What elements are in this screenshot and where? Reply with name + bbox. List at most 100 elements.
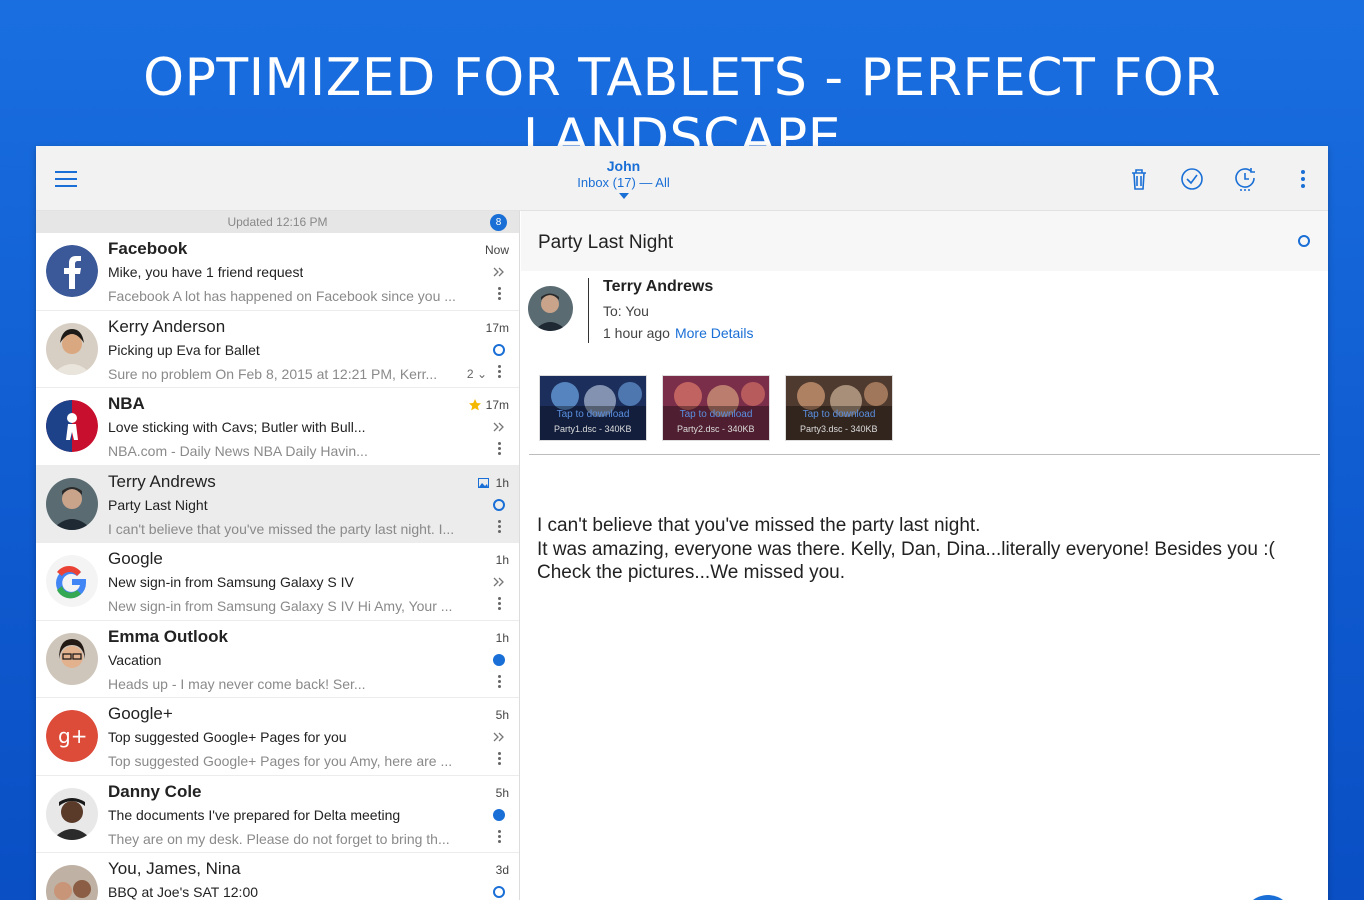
double-chevron-icon[interactable] — [493, 731, 505, 743]
row-sender: Google — [108, 549, 163, 568]
row-preview: NBA.com - Daily News NBA Daily Havin... — [108, 443, 368, 459]
sender-avatar[interactable] — [46, 632, 98, 685]
row-sender: NBA — [108, 394, 145, 413]
unread-dot-icon[interactable] — [493, 653, 505, 666]
sender-avatar[interactable] — [46, 400, 98, 452]
row-time: 17m — [485, 320, 509, 335]
svg-text:g+: g+ — [58, 724, 87, 748]
star-icon[interactable] — [469, 399, 481, 411]
menu-icon[interactable] — [55, 171, 77, 187]
row-preview: New sign-in from Samsung Galaxy S IV Hi … — [108, 598, 453, 614]
sender-avatar[interactable] — [46, 787, 98, 840]
reading-pane: Party Last Night Terry Andrews To: You 1… — [521, 211, 1328, 900]
more-details-link[interactable]: More Details — [675, 325, 754, 341]
message-row[interactable]: You, James, Nina BBQ at Joe's SAT 12:00 3d — [36, 853, 519, 900]
row-subject: Mike, you have 1 friend request — [108, 264, 304, 280]
body-line: I can't believe that you've missed the p… — [537, 515, 981, 536]
row-subject: The documents I've prepared for Delta me… — [108, 806, 401, 823]
updated-bar: Updated 12:16 PM 8 — [36, 211, 519, 233]
row-preview: Top suggested Google+ Pages for you Amy,… — [108, 753, 453, 769]
check-circle-icon[interactable] — [1179, 166, 1205, 192]
received-ago: 1 hour ago — [603, 325, 670, 341]
compose-button[interactable] — [1243, 895, 1293, 900]
attachment-thumbnail[interactable]: Tap to download Party1.dsc - 340KB — [539, 375, 647, 441]
message-row[interactable]: Kerry Anderson Picking up Eva for Ballet S… — [36, 311, 519, 388]
unread-dot-icon[interactable] — [493, 808, 505, 821]
double-chevron-icon[interactable] — [493, 576, 505, 588]
row-sender: You, James, Nina — [108, 859, 241, 878]
row-menu-icon[interactable] — [498, 829, 502, 844]
attachment-image-icon — [478, 477, 489, 488]
row-time: 5h — [495, 708, 509, 722]
attachment-thumbnail[interactable]: Tap to download Party2.dsc - 340KB — [662, 375, 770, 441]
row-menu-icon[interactable] — [498, 442, 502, 456]
row-subject: Top suggested Google+ Pages for you — [108, 729, 347, 745]
attachment-filename: Party1.dsc - 340KB — [554, 424, 632, 434]
row-time: 17m — [485, 398, 509, 412]
row-menu-icon[interactable] — [498, 752, 502, 766]
chevron-down-icon: ⌄ — [476, 366, 487, 381]
row-time: 1h — [495, 553, 509, 567]
sender-avatar[interactable] — [46, 865, 98, 900]
message-list: Updated 12:16 PM 8 Facebook Mike, you hav… — [36, 211, 520, 900]
unread-toggle-icon[interactable] — [493, 343, 505, 356]
attachment-thumbnail[interactable]: Tap to download Party3.dsc - 340KB — [785, 375, 893, 441]
row-time: Now — [484, 243, 509, 257]
sender-avatar[interactable] — [46, 245, 98, 297]
more-options-icon[interactable] — [1290, 166, 1316, 192]
row-subject: Vacation — [108, 651, 162, 668]
unread-toggle-icon[interactable] — [493, 886, 505, 898]
message-row[interactable]: Danny Cole The documents I've prepared fo… — [36, 776, 519, 853]
message-row[interactable]: g+ Google+ Top suggested Google+ Pages for… — [36, 698, 519, 776]
message-row[interactable]: Google New sign-in from Samsung Galaxy S … — [36, 543, 519, 621]
row-menu-icon[interactable] — [498, 597, 502, 611]
row-subject: Love sticking with Cavs; Butler with Bul… — [108, 419, 366, 435]
message-row[interactable]: Facebook Mike, you have 1 friend request F… — [36, 233, 519, 311]
row-subject: New sign-in from Samsung Galaxy S IV — [108, 574, 354, 590]
row-sender: Terry Andrews — [108, 471, 216, 491]
row-time: 5h — [495, 785, 509, 800]
sender-name: Terry Andrews — [603, 278, 714, 295]
row-time: 1h — [495, 630, 509, 645]
sender-avatar[interactable] — [46, 555, 98, 607]
row-preview: They are on my desk. Please do not forge… — [108, 830, 450, 847]
row-preview: Sure no problem On Feb 8, 2015 at 12:21 … — [108, 365, 438, 382]
sender-avatar[interactable] — [46, 322, 98, 375]
row-menu-icon[interactable] — [498, 519, 502, 534]
attachment-filename: Party2.dsc - 340KB — [677, 424, 755, 434]
sender-avatar[interactable]: g+ — [46, 710, 98, 762]
body-line: It was amazing, everyone was there. Kell… — [537, 538, 1275, 560]
thread-count-label: 2 — [466, 366, 474, 381]
tap-to-download-label: Tap to download — [679, 409, 753, 420]
header-divider — [588, 278, 589, 343]
double-chevron-icon[interactable] — [493, 421, 505, 433]
row-sender: Kerry Anderson — [108, 316, 226, 336]
trash-icon[interactable] — [1126, 166, 1152, 192]
snooze-clock-icon[interactable] — [1232, 166, 1258, 192]
account-selector[interactable]: John Inbox (17) — All — [556, 158, 691, 199]
recipient-line: To: You — [603, 303, 649, 319]
row-menu-icon[interactable] — [498, 674, 502, 689]
message-row[interactable]: NBA Love sticking with Cavs; Butler with … — [36, 388, 519, 466]
tap-to-download-label: Tap to download — [802, 409, 876, 420]
updated-label: Updated 12:16 PM — [227, 215, 328, 229]
row-menu-icon[interactable] — [498, 364, 502, 379]
row-menu-icon[interactable] — [498, 287, 502, 301]
message-row[interactable]: Terry Andrews Party Last Night I can't bel… — [36, 465, 519, 543]
row-preview: Facebook A lot has happened on Facebook … — [108, 288, 456, 304]
double-chevron-icon[interactable] — [493, 266, 505, 278]
message-row[interactable]: Emma Outlook Vacation Heads up - I may nev… — [36, 621, 519, 698]
thread-count[interactable]: 2 ⌄ — [467, 367, 487, 381]
sender-avatar[interactable] — [46, 477, 98, 530]
unread-toggle-icon[interactable] — [493, 498, 505, 511]
sender-avatar[interactable] — [528, 286, 573, 331]
row-subject: BBQ at Joe's SAT 12:00 — [108, 884, 259, 900]
row-sender: Emma Outlook — [108, 626, 228, 646]
tablet-screen: John Inbox (17) — All Updated 12:16 PM 8… — [36, 146, 1328, 900]
row-sender: Facebook — [108, 239, 188, 258]
body-line: Check the pictures...We missed you. — [537, 562, 845, 583]
unread-toggle-icon[interactable] — [1298, 235, 1310, 247]
inbox-label: Inbox (17) — All — [577, 175, 670, 190]
row-time: 3d — [495, 863, 509, 877]
tap-to-download-label: Tap to download — [556, 409, 630, 420]
